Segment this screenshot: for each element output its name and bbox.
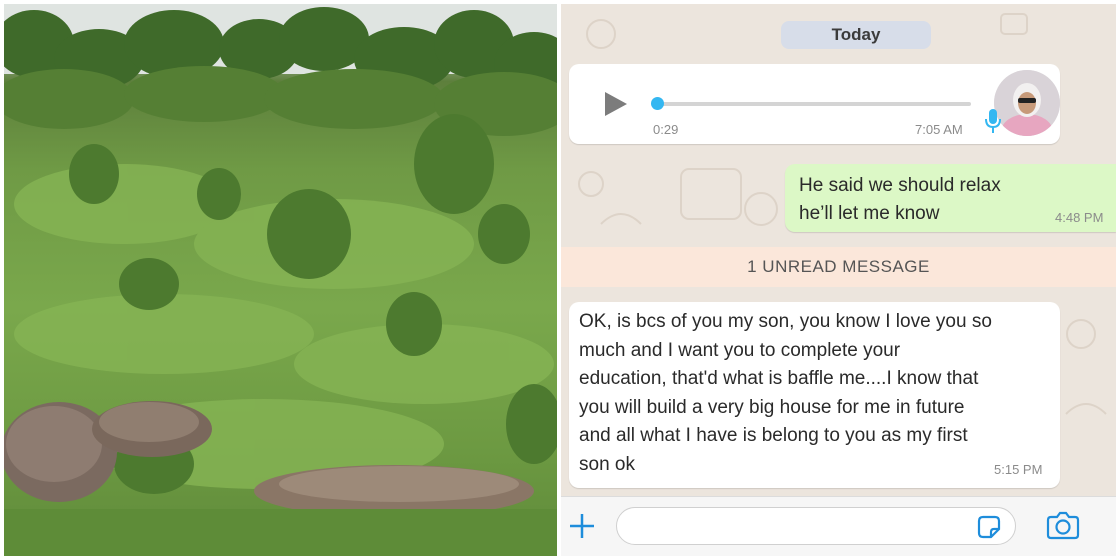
message-text: OK, is bcs of you my son, you know I lov… <box>579 311 992 475</box>
date-separator: Today <box>781 21 931 49</box>
audio-progress-track[interactable] <box>653 102 971 106</box>
unread-messages-banner: 1 UNREAD MESSAGE <box>561 247 1116 287</box>
field-illustration <box>4 4 557 556</box>
message-text: He said we should relax he’ll let me kno… <box>799 175 1001 224</box>
play-icon[interactable] <box>605 92 627 116</box>
message-input[interactable] <box>616 507 1016 545</box>
message-input-bar <box>561 496 1116 556</box>
voice-duration: 0:29 <box>653 122 679 137</box>
sticker-icon[interactable] <box>975 513 1003 541</box>
outgoing-message[interactable]: He said we should relax he’ll let me kno… <box>785 164 1116 232</box>
audio-progress-knob[interactable] <box>651 97 664 110</box>
microphone-icon <box>985 109 1001 133</box>
message-timestamp: 5:15 PM <box>994 462 1043 477</box>
avatar-illustration <box>994 70 1060 136</box>
voice-message[interactable]: 0:29 7:05 AM <box>569 64 1060 144</box>
message-timestamp: 7:05 AM <box>915 122 963 137</box>
landscape-photo <box>4 4 557 556</box>
plus-icon[interactable] <box>567 511 597 541</box>
avatar[interactable] <box>994 70 1060 136</box>
camera-icon[interactable] <box>1045 511 1081 541</box>
chat-screen: Today 0:29 7:05 AM He said we should rel… <box>561 4 1116 556</box>
incoming-message[interactable]: OK, is bcs of you my son, you know I lov… <box>569 302 1060 488</box>
message-timestamp: 4:48 PM <box>1055 210 1104 225</box>
